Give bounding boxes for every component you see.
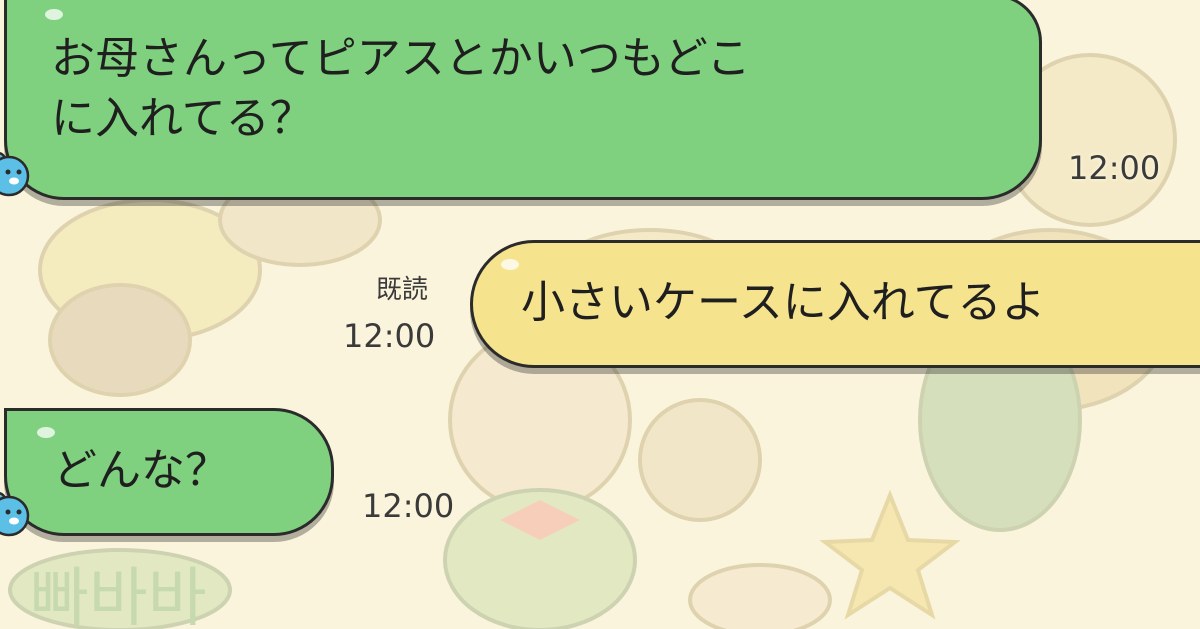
message-timestamp: 12:00 xyxy=(343,317,436,355)
message-bubble-received[interactable]: どんな？ xyxy=(4,408,334,536)
message-text: どんな？ xyxy=(53,445,229,496)
svg-text:빠바바: 빠바바 xyxy=(30,562,207,629)
bear-icon[interactable] xyxy=(0,148,32,198)
bubble-shine xyxy=(45,9,63,20)
bubble-shine xyxy=(37,427,55,438)
message-bubble-sent[interactable]: 小さいケースに入れてるよ xyxy=(470,240,1200,368)
bubble-shine xyxy=(501,259,519,270)
read-receipt: 既読 xyxy=(376,275,429,305)
bear-icon[interactable] xyxy=(0,488,32,538)
message-text-line-2: に入れてる？ xyxy=(51,93,314,144)
message-timestamp: 12:00 xyxy=(362,487,455,525)
message-bubble-received[interactable]: お母さんってピアスとかいつもどこ に入れてる？ xyxy=(4,0,1042,200)
message-text-line-1: お母さんってピアスとかいつもどこ xyxy=(51,33,751,84)
message-text: 小さいケースに入れてるよ xyxy=(521,277,1046,328)
message-timestamp: 12:00 xyxy=(1068,149,1161,187)
